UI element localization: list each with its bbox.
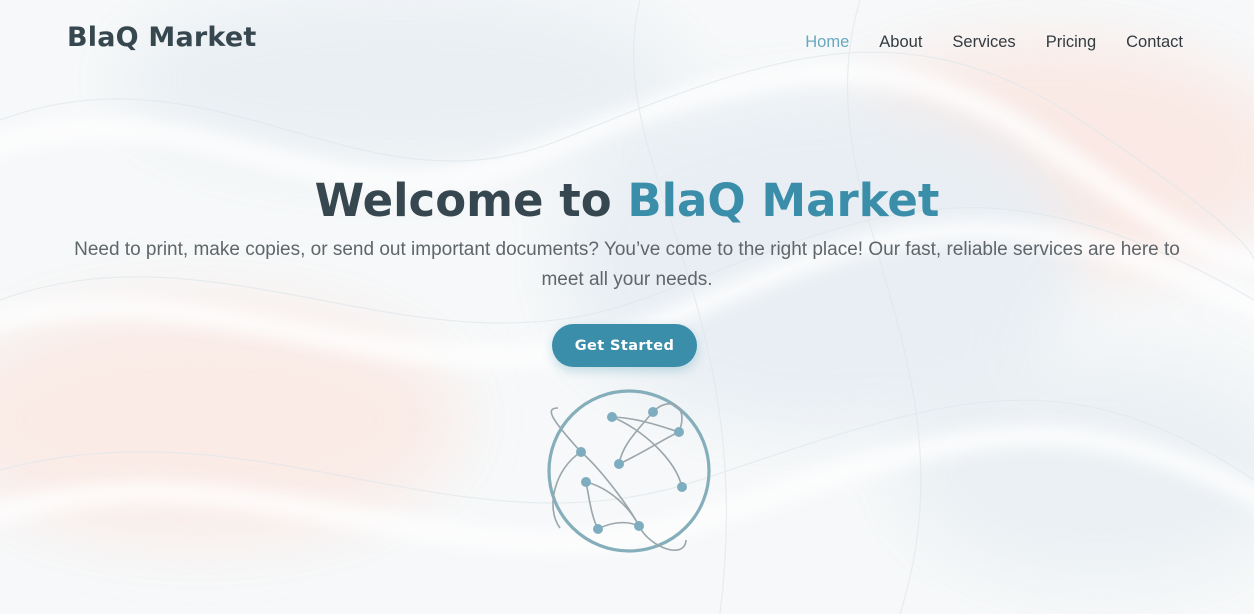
network-globe-icon <box>547 389 711 553</box>
nav-about-link[interactable]: About <box>879 33 922 52</box>
hero-section: Welcome to BlaQ Market Need to print, ma… <box>0 170 1254 295</box>
brand-logo[interactable]: BlaQ Market <box>67 22 256 53</box>
site-header: BlaQ Market Home About Services Pricing … <box>0 0 1254 86</box>
nav-pricing-link[interactable]: Pricing <box>1046 33 1096 52</box>
get-started-button[interactable]: Get Started <box>552 324 697 367</box>
hero-subtitle: Need to print, make copies, or send out … <box>74 239 1180 290</box>
nav-home-link[interactable]: Home <box>805 33 849 52</box>
hero-title: Welcome to BlaQ Market <box>0 170 1254 232</box>
nav-contact-link[interactable]: Contact <box>1126 33 1183 52</box>
hero-title-prefix: Welcome to <box>314 174 628 227</box>
main-nav: Home About Services Pricing Contact <box>805 33 1183 52</box>
hero-title-accent: BlaQ Market <box>627 174 940 227</box>
nav-services-link[interactable]: Services <box>952 33 1015 52</box>
